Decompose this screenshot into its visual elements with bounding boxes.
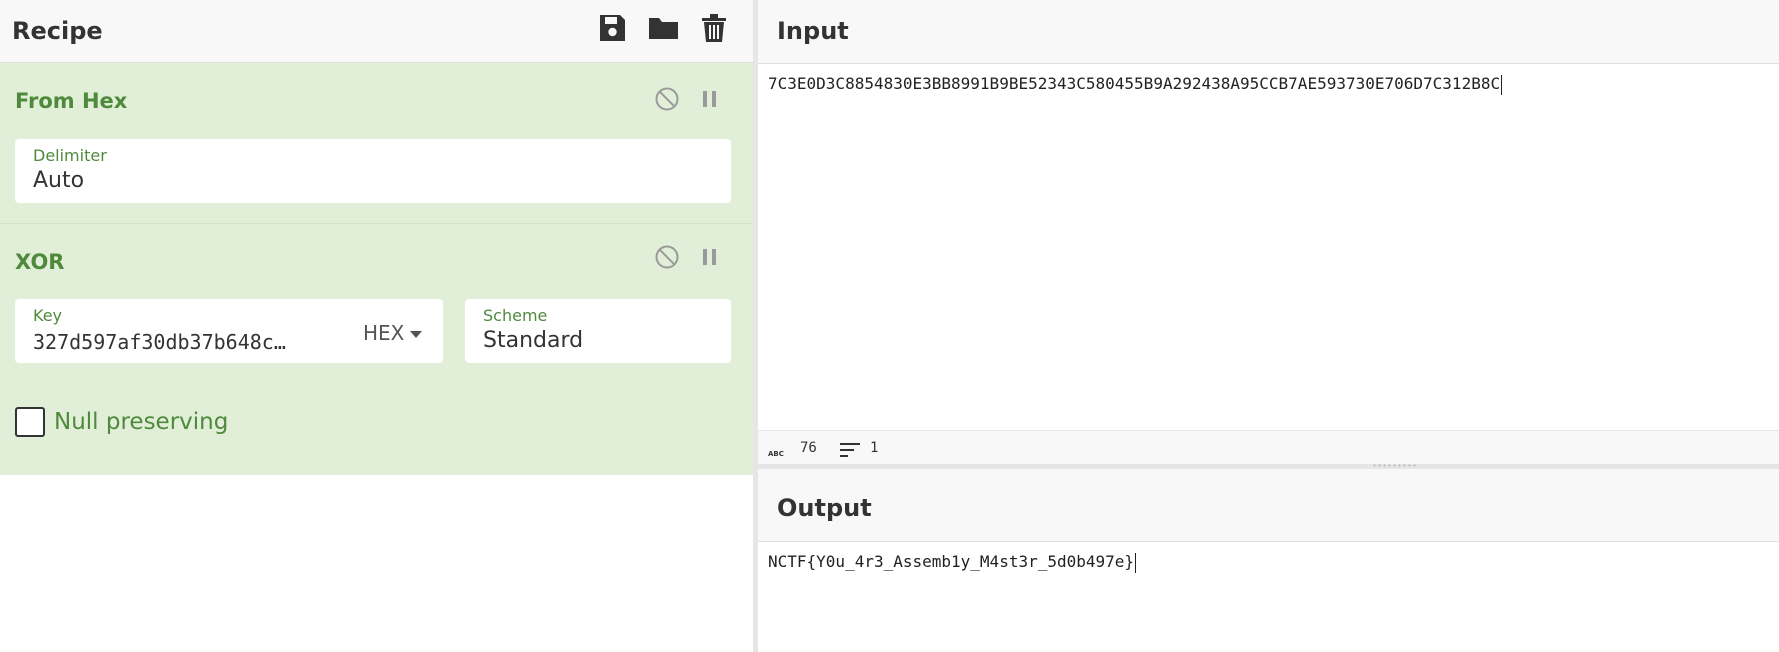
text-cursor xyxy=(1501,74,1503,95)
input-status-bar: ABC 76 1 xyxy=(758,430,1779,464)
key-format-dropdown[interactable]: HEX xyxy=(363,321,423,345)
abc-icon: ABC xyxy=(768,443,786,462)
output-title: Output xyxy=(777,494,872,522)
operation-title: From Hex xyxy=(15,89,128,113)
scheme-value: Standard xyxy=(483,328,584,353)
resize-grip-icon[interactable] xyxy=(1372,464,1416,467)
input-header: Input xyxy=(758,0,1779,64)
lines-icon xyxy=(840,442,860,461)
key-format-label: HEX xyxy=(363,321,405,345)
recipe-header: Recipe xyxy=(0,0,753,63)
output-header: Output xyxy=(758,469,1779,542)
operation-title: XOR xyxy=(15,250,65,274)
operation-from-hex[interactable]: From Hex Delimiter Auto xyxy=(0,63,753,223)
pause-icon[interactable] xyxy=(697,86,723,112)
pause-icon[interactable] xyxy=(697,244,723,270)
text-cursor xyxy=(1135,552,1137,573)
input-lines: 1 xyxy=(870,440,879,456)
trash-icon[interactable] xyxy=(701,12,727,44)
svg-text:ABC: ABC xyxy=(768,450,784,458)
recipe-title: Recipe xyxy=(12,17,103,45)
null-preserving-checkbox[interactable] xyxy=(15,407,45,437)
key-label: Key xyxy=(33,306,63,325)
pane-resizer[interactable] xyxy=(753,0,758,652)
null-preserving-label: Null preserving xyxy=(54,409,229,435)
null-preserving-option[interactable]: Null preserving xyxy=(15,407,228,437)
key-field[interactable]: Key 327d597af30db37b648c… HEX xyxy=(15,299,443,363)
delimiter-field[interactable]: Delimiter Auto xyxy=(15,139,731,203)
scheme-label: Scheme xyxy=(483,306,548,325)
input-length: 76 xyxy=(800,440,817,456)
operation-xor[interactable]: XOR Key 327d597af30db37b648c… HEX Scheme… xyxy=(0,224,753,475)
delimiter-label: Delimiter xyxy=(33,146,107,165)
save-icon[interactable] xyxy=(597,12,627,44)
key-value: 327d597af30db37b648c… xyxy=(33,330,286,354)
input-title: Input xyxy=(777,17,849,45)
recipe-pane: Recipe From Hex Delimiter Auto XOR Key 3… xyxy=(0,0,753,652)
caret-down-icon xyxy=(410,324,423,343)
disable-icon[interactable] xyxy=(654,86,680,112)
delimiter-value: Auto xyxy=(33,168,85,193)
folder-icon[interactable] xyxy=(647,12,680,44)
scheme-field[interactable]: Scheme Standard xyxy=(465,299,731,363)
input-text: 7C3E0D3C8854830E3BB8991B9BE52343C580455B… xyxy=(768,74,1501,93)
output-text: NCTF{Y0u_4r3_Assemb1y_M4st3r_5d0b497e} xyxy=(768,552,1135,571)
output-text-area[interactable]: NCTF{Y0u_4r3_Assemb1y_M4st3r_5d0b497e} xyxy=(768,552,1137,573)
disable-icon[interactable] xyxy=(654,244,680,270)
input-text-area[interactable]: 7C3E0D3C8854830E3BB8991B9BE52343C580455B… xyxy=(768,74,1503,95)
